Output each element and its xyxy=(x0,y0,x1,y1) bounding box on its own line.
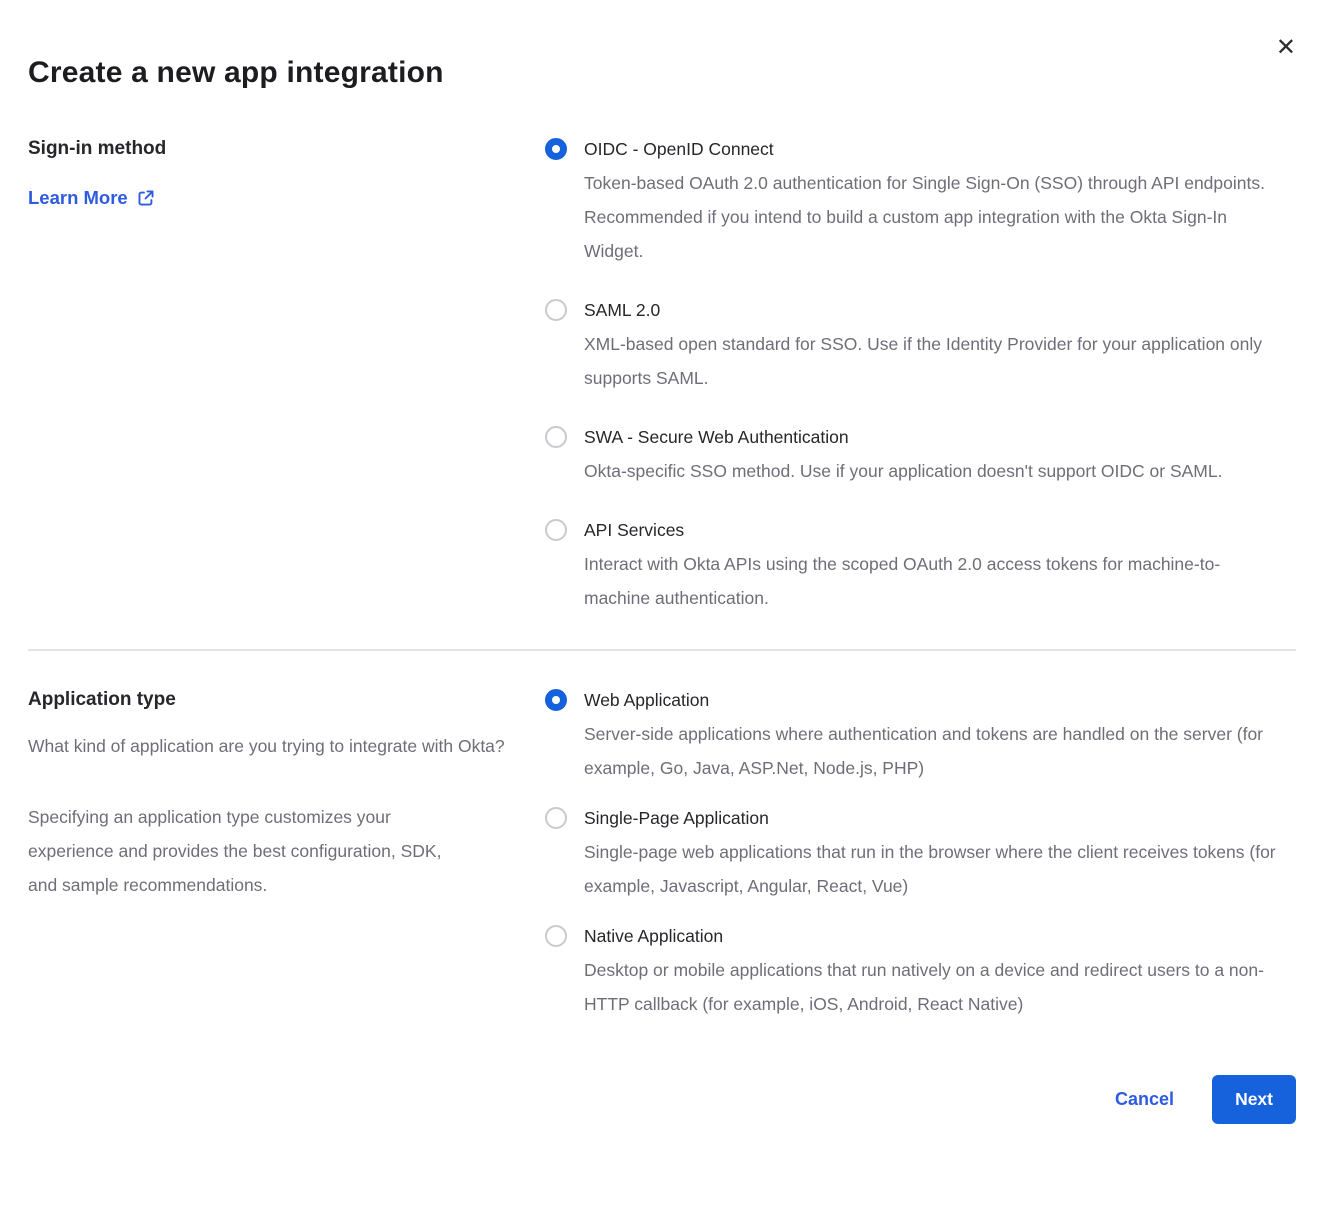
radio-saml[interactable] xyxy=(545,299,567,321)
option-swa-description: Okta-specific SSO method. Use if your ap… xyxy=(584,454,1222,488)
option-native-application: Native Application Desktop or mobile app… xyxy=(545,923,1296,1021)
option-oidc-description: Token-based OAuth 2.0 authentication for… xyxy=(584,166,1279,268)
page-title: Create a new app integration xyxy=(28,56,1296,90)
option-swa: SWA - Secure Web Authentication Okta-spe… xyxy=(545,424,1296,488)
option-native-application-description: Desktop or mobile applications that run … xyxy=(584,953,1279,1021)
option-single-page-application-description: Single-page web applications that run in… xyxy=(584,835,1279,903)
application-type-explanation: Specifying an application type customize… xyxy=(28,800,473,902)
option-web-application: Web Application Server-side applications… xyxy=(545,687,1296,785)
option-oidc-label[interactable]: OIDC - OpenID Connect xyxy=(584,136,1279,163)
close-icon[interactable]: ✕ xyxy=(1276,36,1296,60)
option-saml-label[interactable]: SAML 2.0 xyxy=(584,297,1279,324)
option-oidc: OIDC - OpenID Connect Token-based OAuth … xyxy=(545,136,1296,268)
cancel-button[interactable]: Cancel xyxy=(1115,1089,1174,1110)
option-api-services: API Services Interact with Okta APIs usi… xyxy=(545,517,1296,615)
sign-in-method-section: Sign-in method Learn More OIDC - OpenID … xyxy=(28,136,1296,615)
section-divider xyxy=(28,649,1296,651)
option-saml: SAML 2.0 XML-based open standard for SSO… xyxy=(545,297,1296,395)
next-button[interactable]: Next xyxy=(1212,1075,1296,1124)
dialog-footer: Cancel Next xyxy=(28,1075,1296,1124)
option-web-application-label[interactable]: Web Application xyxy=(584,687,1279,714)
radio-swa[interactable] xyxy=(545,426,567,448)
learn-more-link[interactable]: Learn More xyxy=(28,187,155,209)
radio-oidc[interactable] xyxy=(545,138,567,160)
option-single-page-application-label[interactable]: Single-Page Application xyxy=(584,805,1279,832)
create-app-integration-dialog: ✕ Create a new app integration Sign-in m… xyxy=(0,0,1332,1210)
option-api-services-label[interactable]: API Services xyxy=(584,517,1279,544)
option-single-page-application: Single-Page Application Single-page web … xyxy=(545,805,1296,903)
option-web-application-description: Server-side applications where authentic… xyxy=(584,717,1279,785)
radio-single-page-application[interactable] xyxy=(545,807,567,829)
radio-web-application[interactable] xyxy=(545,689,567,711)
radio-api-services[interactable] xyxy=(545,519,567,541)
option-native-application-label[interactable]: Native Application xyxy=(584,923,1279,950)
application-type-section: Application type What kind of applicatio… xyxy=(28,687,1296,1021)
option-swa-label[interactable]: SWA - Secure Web Authentication xyxy=(584,424,1222,451)
option-saml-description: XML-based open standard for SSO. Use if … xyxy=(584,327,1279,395)
learn-more-label: Learn More xyxy=(28,187,128,209)
option-api-services-description: Interact with Okta APIs using the scoped… xyxy=(584,547,1279,615)
application-type-label: Application type xyxy=(28,689,545,711)
sign-in-method-label: Sign-in method xyxy=(28,138,545,160)
external-link-icon xyxy=(137,189,155,207)
application-type-question: What kind of application are you trying … xyxy=(28,729,528,763)
radio-native-application[interactable] xyxy=(545,925,567,947)
